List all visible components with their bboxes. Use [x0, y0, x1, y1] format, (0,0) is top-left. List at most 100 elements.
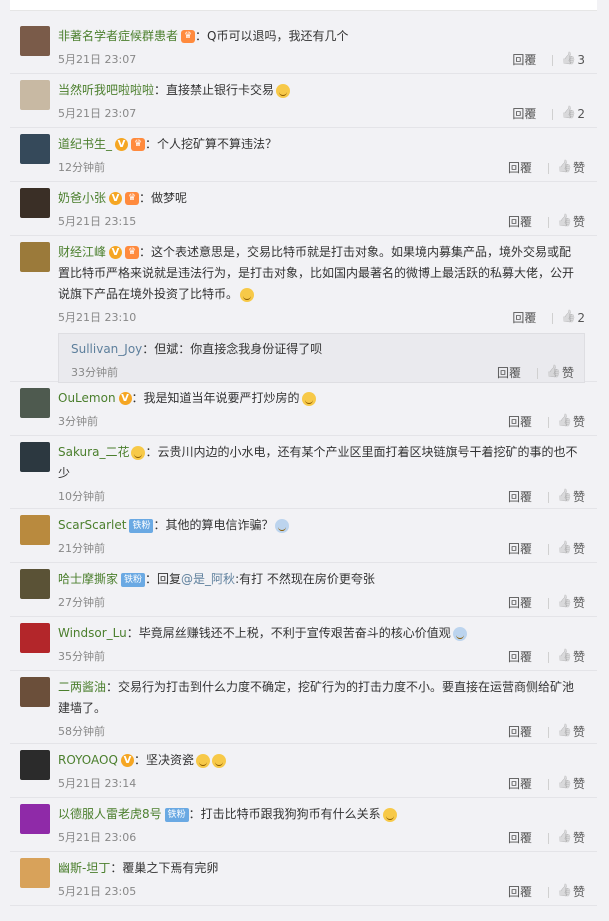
comment-body: ：我是知道当年说要严打炒房的	[131, 391, 300, 405]
like-count: 赞	[572, 542, 585, 556]
username-link[interactable]: 二两酱油	[58, 680, 106, 694]
like-button[interactable]: 2	[561, 107, 585, 121]
reply-button[interactable]: 回覆	[500, 883, 540, 900]
divider	[552, 109, 554, 120]
avatar[interactable]	[20, 677, 50, 707]
member-crown-icon: ♛	[181, 30, 196, 43]
divider	[547, 217, 549, 228]
avatar[interactable]	[20, 80, 50, 110]
reply-button[interactable]: 回覆	[500, 413, 540, 430]
avatar[interactable]	[20, 623, 50, 653]
nested-like-button[interactable]: 赞	[546, 364, 574, 381]
comment-time: 27分钟前	[58, 596, 105, 609]
comment-time: 5月21日 23:10	[58, 311, 137, 324]
avatar[interactable]	[20, 515, 50, 545]
like-button[interactable]: 赞	[557, 213, 585, 230]
username-link[interactable]: 幽斯-坦丁	[58, 861, 110, 875]
comment-item: 以德服人雷老虎8号 铁粉 ：打击比特币跟我狗狗币有什么关系 5月21日 23:06 回覆…	[10, 798, 597, 852]
iron-fan-badge: 铁粉	[129, 518, 154, 533]
avatar[interactable]	[20, 804, 50, 834]
nested-reply-button[interactable]: 回覆	[489, 364, 529, 381]
divider	[547, 833, 549, 844]
avatar[interactable]	[20, 858, 50, 888]
like-button[interactable]: 2	[561, 311, 585, 325]
like-count: 3	[577, 53, 585, 67]
username-link[interactable]: 当然听我吧啦啦啦	[58, 83, 154, 97]
reply-button[interactable]: 回覆	[504, 51, 544, 68]
username-link[interactable]: ScarScarlet	[58, 518, 126, 532]
reply-button[interactable]: 回覆	[500, 159, 540, 176]
like-button[interactable]: 赞	[557, 883, 585, 900]
like-button[interactable]: 赞	[557, 540, 585, 557]
like-button[interactable]: 赞	[557, 594, 585, 611]
divider	[552, 313, 554, 324]
username-link[interactable]: 财经江峰	[58, 245, 106, 259]
nested-reply-text: Sullivan_Joy：但斌：你直接念我身份证得了呗	[71, 340, 322, 357]
emoji-icon	[382, 807, 397, 822]
comment-text: 以德服人雷老虎8号 铁粉 ：打击比特币跟我狗狗币有什么关系	[58, 804, 585, 825]
username-link[interactable]: Sakura_二花	[58, 445, 129, 459]
avatar[interactable]	[20, 569, 50, 599]
comment-time: 5月21日 23:05	[58, 885, 137, 898]
username-link[interactable]: 以德服人雷老虎8号	[58, 807, 162, 821]
like-button[interactable]: 赞	[557, 723, 585, 740]
avatar[interactable]	[20, 242, 50, 272]
like-button[interactable]: 赞	[557, 488, 585, 505]
verified-v-icon: V	[109, 192, 123, 205]
username-link[interactable]: Windsor_Lu	[58, 626, 127, 640]
comment-actions: 回覆 赞	[500, 829, 585, 846]
comment-text: Sakura_二花 ：云贵川内边的小水电，还有某个产业区里面打着区块链旗号干着挖矿…	[58, 442, 585, 484]
username-link[interactable]: 道纪书生_	[58, 137, 112, 151]
comment-time: 21分钟前	[58, 542, 105, 555]
comment-actions: 回覆 赞	[500, 213, 585, 230]
like-count: 赞	[572, 725, 585, 739]
iron-fan-badge: 铁粉	[164, 807, 189, 822]
comment-actions: 回覆 赞	[500, 648, 585, 665]
comment-actions: 回覆 赞	[500, 413, 585, 430]
like-button[interactable]: 赞	[557, 159, 585, 176]
reply-button[interactable]: 回覆	[500, 648, 540, 665]
comment-item: OuLemonV：我是知道当年说要严打炒房的 3分钟前 回覆 赞	[10, 382, 597, 436]
reply-button[interactable]: 回覆	[500, 723, 540, 740]
comment-item: ScarScarlet铁粉：其他的算电信诈骗？ 21分钟前 回覆 赞	[10, 509, 597, 563]
comment-body-line: 置比特币严格来说就是违法行为，是打击对象，比如国内最著名的微博上最活跃的私募大佬…	[58, 266, 575, 280]
mention-link[interactable]: @是_阿秋	[181, 572, 235, 586]
avatar[interactable]	[20, 134, 50, 164]
reply-button[interactable]: 回覆	[500, 829, 540, 846]
avatar[interactable]	[20, 188, 50, 218]
like-button[interactable]: 赞	[557, 829, 585, 846]
reply-button[interactable]: 回覆	[500, 775, 540, 792]
username-link[interactable]: ROYOAOQ	[58, 753, 118, 767]
emoji-icon	[211, 753, 226, 768]
comment-body: ：打击比特币跟我狗狗币有什么关系	[188, 807, 381, 821]
like-count: 赞	[572, 650, 585, 664]
username-link[interactable]: OuLemon	[58, 391, 116, 405]
username-link[interactable]: 哈士摩撕家	[58, 572, 118, 586]
reply-button[interactable]: 回覆	[504, 309, 544, 326]
avatar[interactable]	[20, 388, 50, 418]
reply-button[interactable]: 回覆	[504, 105, 544, 122]
like-button[interactable]: 赞	[557, 413, 585, 430]
reply-button[interactable]: 回覆	[500, 213, 540, 230]
like-button[interactable]: 赞	[557, 648, 585, 665]
thumbs-up-icon	[561, 311, 573, 323]
reply-button[interactable]: 回覆	[500, 540, 540, 557]
avatar[interactable]	[20, 750, 50, 780]
username-link[interactable]: 奶爸小张	[58, 191, 106, 205]
divider	[547, 887, 549, 898]
reply-button[interactable]: 回覆	[500, 488, 540, 505]
comment-panel: 非著名学者症候群患者♛：Q币可以退吗，我还有几个5月21日 23:07回覆3当然…	[10, 0, 597, 921]
username-link[interactable]: 非著名学者症候群患者	[58, 29, 178, 43]
comment-body-rest: :有打 不然现在房价更夸张	[235, 572, 375, 586]
comment-body: ：其他的算电信诈骗？	[153, 518, 274, 532]
comment-actions: 回覆 赞	[500, 883, 585, 900]
nested-username-link[interactable]: Sullivan_Joy	[71, 342, 142, 356]
avatar[interactable]	[20, 442, 50, 472]
comment-item: 二两酱油：交易行为打击到什么力度不确定，挖矿行为的打击力度不小。要直接在运营商侧…	[10, 671, 597, 744]
like-button[interactable]: 3	[561, 53, 585, 67]
comment-body-line: 说旗下产品在境外投资了比特币。	[58, 287, 239, 301]
like-button[interactable]: 赞	[557, 775, 585, 792]
reply-button[interactable]: 回覆	[500, 594, 540, 611]
comment-item: 奶爸小张V♛：做梦呢5月21日 23:15回覆赞	[10, 182, 597, 236]
avatar[interactable]	[20, 26, 50, 56]
